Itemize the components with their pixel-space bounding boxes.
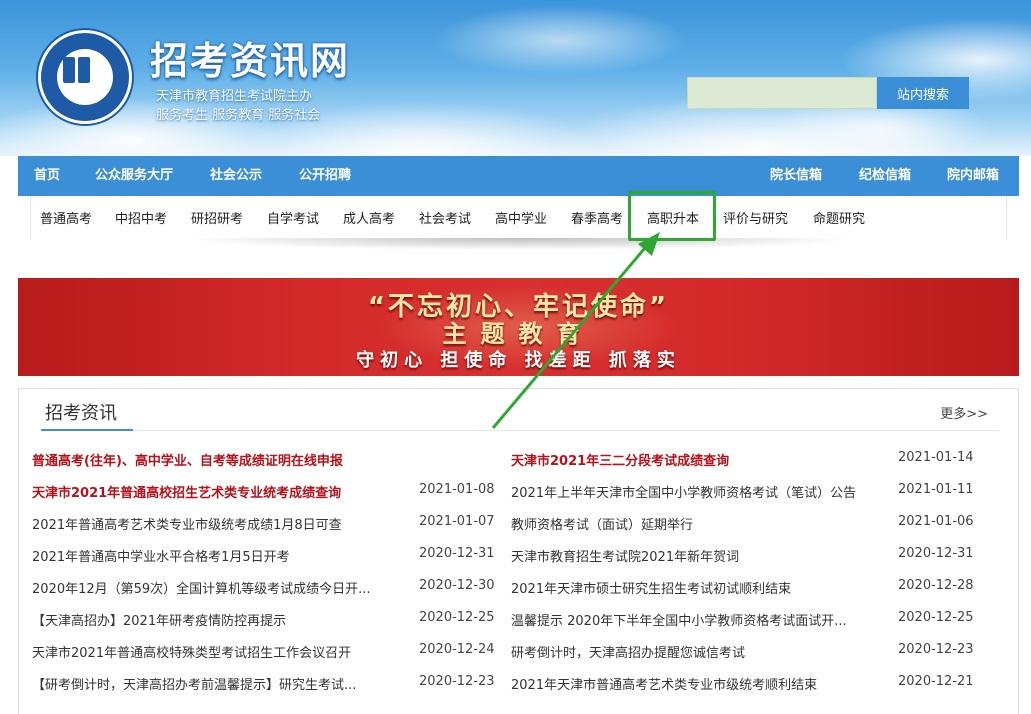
list-item-date: 2021-01-14 <box>898 450 974 465</box>
list-item-date: 2020-12-25 <box>898 610 974 625</box>
list-item[interactable]: 【研考倒计时，天津高招办考前温馨提示】研究生考试... <box>32 674 412 693</box>
subnav-item-yankao[interactable]: 研招研考 <box>191 208 243 227</box>
logo-mark-right <box>78 57 90 83</box>
sub-nav: 普通高考 中招中考 研招研考 自学考试 成人高考 社会考试 高中学业 春季高考 … <box>30 196 1007 240</box>
more-link[interactable]: 更多>> <box>940 403 988 422</box>
subnav-item-adult[interactable]: 成人高考 <box>343 208 395 227</box>
list-item[interactable]: 天津市2021年普通高校特殊类型考试招生工作会议召开 <box>32 642 412 661</box>
list-item-date: 2021-01-06 <box>898 514 974 529</box>
banner-line-2: 主题教育 <box>442 320 595 348</box>
news-panel-title: 招考资讯 <box>45 403 117 424</box>
list-item[interactable]: 2021年天津市普通高考艺术类专业市级统考顺利结束 <box>511 674 891 693</box>
logo-mark-left <box>63 57 75 83</box>
site-logo[interactable]: TAEA <box>38 30 132 124</box>
list-item-date: 2021-01-08 <box>419 482 495 497</box>
list-item[interactable]: 天津市教育招生考试院2021年新年贺词 <box>511 546 891 565</box>
site-search: 站内搜索 <box>687 77 969 109</box>
site-title[interactable]: 招考资讯网 <box>150 30 350 85</box>
list-item-date: 2021-01-07 <box>419 514 495 529</box>
subnav-item-question-research[interactable]: 命题研究 <box>813 208 865 227</box>
site-subtitle-organizer: 天津市教育招生考试院主办 <box>156 89 313 104</box>
subnav-item-spring-gaokao[interactable]: 春季高考 <box>571 208 623 227</box>
list-item[interactable]: 2021年普通高中学业水平合格考1月5日开考 <box>32 546 412 565</box>
list-item-date: 2020-12-31 <box>898 546 974 561</box>
site-subtitle-slogan: 服务考生 服务教育 服务社会 <box>156 108 321 123</box>
list-item[interactable]: 2020年12月（第59次）全国计算机等级考试成绩今日开... <box>32 578 412 597</box>
theme-banner[interactable]: “不忘初心、牢记使命” 主题教育 守初心 担使命 找差距 抓落实 <box>18 278 1019 376</box>
nav-home[interactable]: 首页 <box>34 156 60 196</box>
list-item[interactable]: 研考倒计时，天津高招办提醒您诚信考试 <box>511 642 891 661</box>
list-item[interactable]: 温馨提示 2020年下半年全国中小学教师资格考试面试开... <box>511 610 891 629</box>
subnav-shadow <box>30 238 1007 260</box>
list-item-date: 2020-12-28 <box>898 578 974 593</box>
annotation-highlight-box <box>628 191 716 241</box>
subnav-item-social-exam[interactable]: 社会考试 <box>419 208 471 227</box>
list-item[interactable]: 2021年上半年天津市全国中小学教师资格考试（笔试）公告 <box>511 482 891 501</box>
subnav-item-gaokao[interactable]: 普通高考 <box>40 208 92 227</box>
news-panel-divider <box>41 430 999 431</box>
news-panel: 招考资讯 更多>> 普通高考(往年)、高中学业、自考等成绩证明在线申报 天津市2… <box>18 388 1019 714</box>
list-item[interactable]: 2021年普通高考艺术类专业市级统考成绩1月8日可查 <box>32 514 412 533</box>
list-item-date: 2020-12-21 <box>898 674 974 689</box>
nav-internal-mailbox[interactable]: 院内邮箱 <box>947 156 999 196</box>
list-item-date: 2020-12-25 <box>419 610 495 625</box>
site-header: TAEA 招考资讯网 天津市教育招生考试院主办 服务考生 服务教育 服务社会 站… <box>0 0 1031 156</box>
news-panel-title-underline <box>41 429 133 431</box>
logo-text: TAEA <box>73 95 97 105</box>
banner-line-3: 守初心 担使命 找差距 抓落实 <box>356 350 681 371</box>
list-item[interactable]: 【天津高招办】2021年研考疫情防控再提示 <box>32 610 412 629</box>
subnav-item-high-school[interactable]: 高中学业 <box>495 208 547 227</box>
list-item[interactable]: 2021年天津市硕士研究生招生考试初试顺利结束 <box>511 578 891 597</box>
nav-recruitment[interactable]: 公开招聘 <box>299 156 351 196</box>
list-item-date: 2021-01-11 <box>898 482 974 497</box>
list-item-date: 2020-12-23 <box>419 674 495 689</box>
list-item-date: 2020-12-30 <box>419 578 495 593</box>
nav-president-mailbox[interactable]: 院长信箱 <box>770 156 822 196</box>
list-item-date: 2020-12-31 <box>419 546 495 561</box>
list-item[interactable]: 普通高考(往年)、高中学业、自考等成绩证明在线申报 <box>32 450 412 469</box>
list-item[interactable]: 天津市2021年三二分段考试成绩查询 <box>511 450 891 469</box>
nav-discipline-mailbox[interactable]: 纪检信箱 <box>859 156 911 196</box>
search-input[interactable] <box>687 77 877 109</box>
subnav-item-self-study[interactable]: 自学考试 <box>267 208 319 227</box>
subnav-item-evaluation[interactable]: 评价与研究 <box>723 208 788 227</box>
main-nav: 首页 公众服务大厅 社会公示 公开招聘 院长信箱 纪检信箱 院内邮箱 <box>18 156 1019 196</box>
subnav-item-zhongkao[interactable]: 中招中考 <box>115 208 167 227</box>
list-item[interactable]: 教师资格考试（面试）延期举行 <box>511 514 891 533</box>
nav-public-notice[interactable]: 社会公示 <box>210 156 262 196</box>
list-item-date: 2020-12-24 <box>419 642 495 657</box>
search-button[interactable]: 站内搜索 <box>877 77 969 109</box>
list-item[interactable]: 天津市2021年普通高校招生艺术类专业统考成绩查询 <box>32 482 412 501</box>
nav-public-service-hall[interactable]: 公众服务大厅 <box>95 156 173 196</box>
list-item-date: 2020-12-23 <box>898 642 974 657</box>
